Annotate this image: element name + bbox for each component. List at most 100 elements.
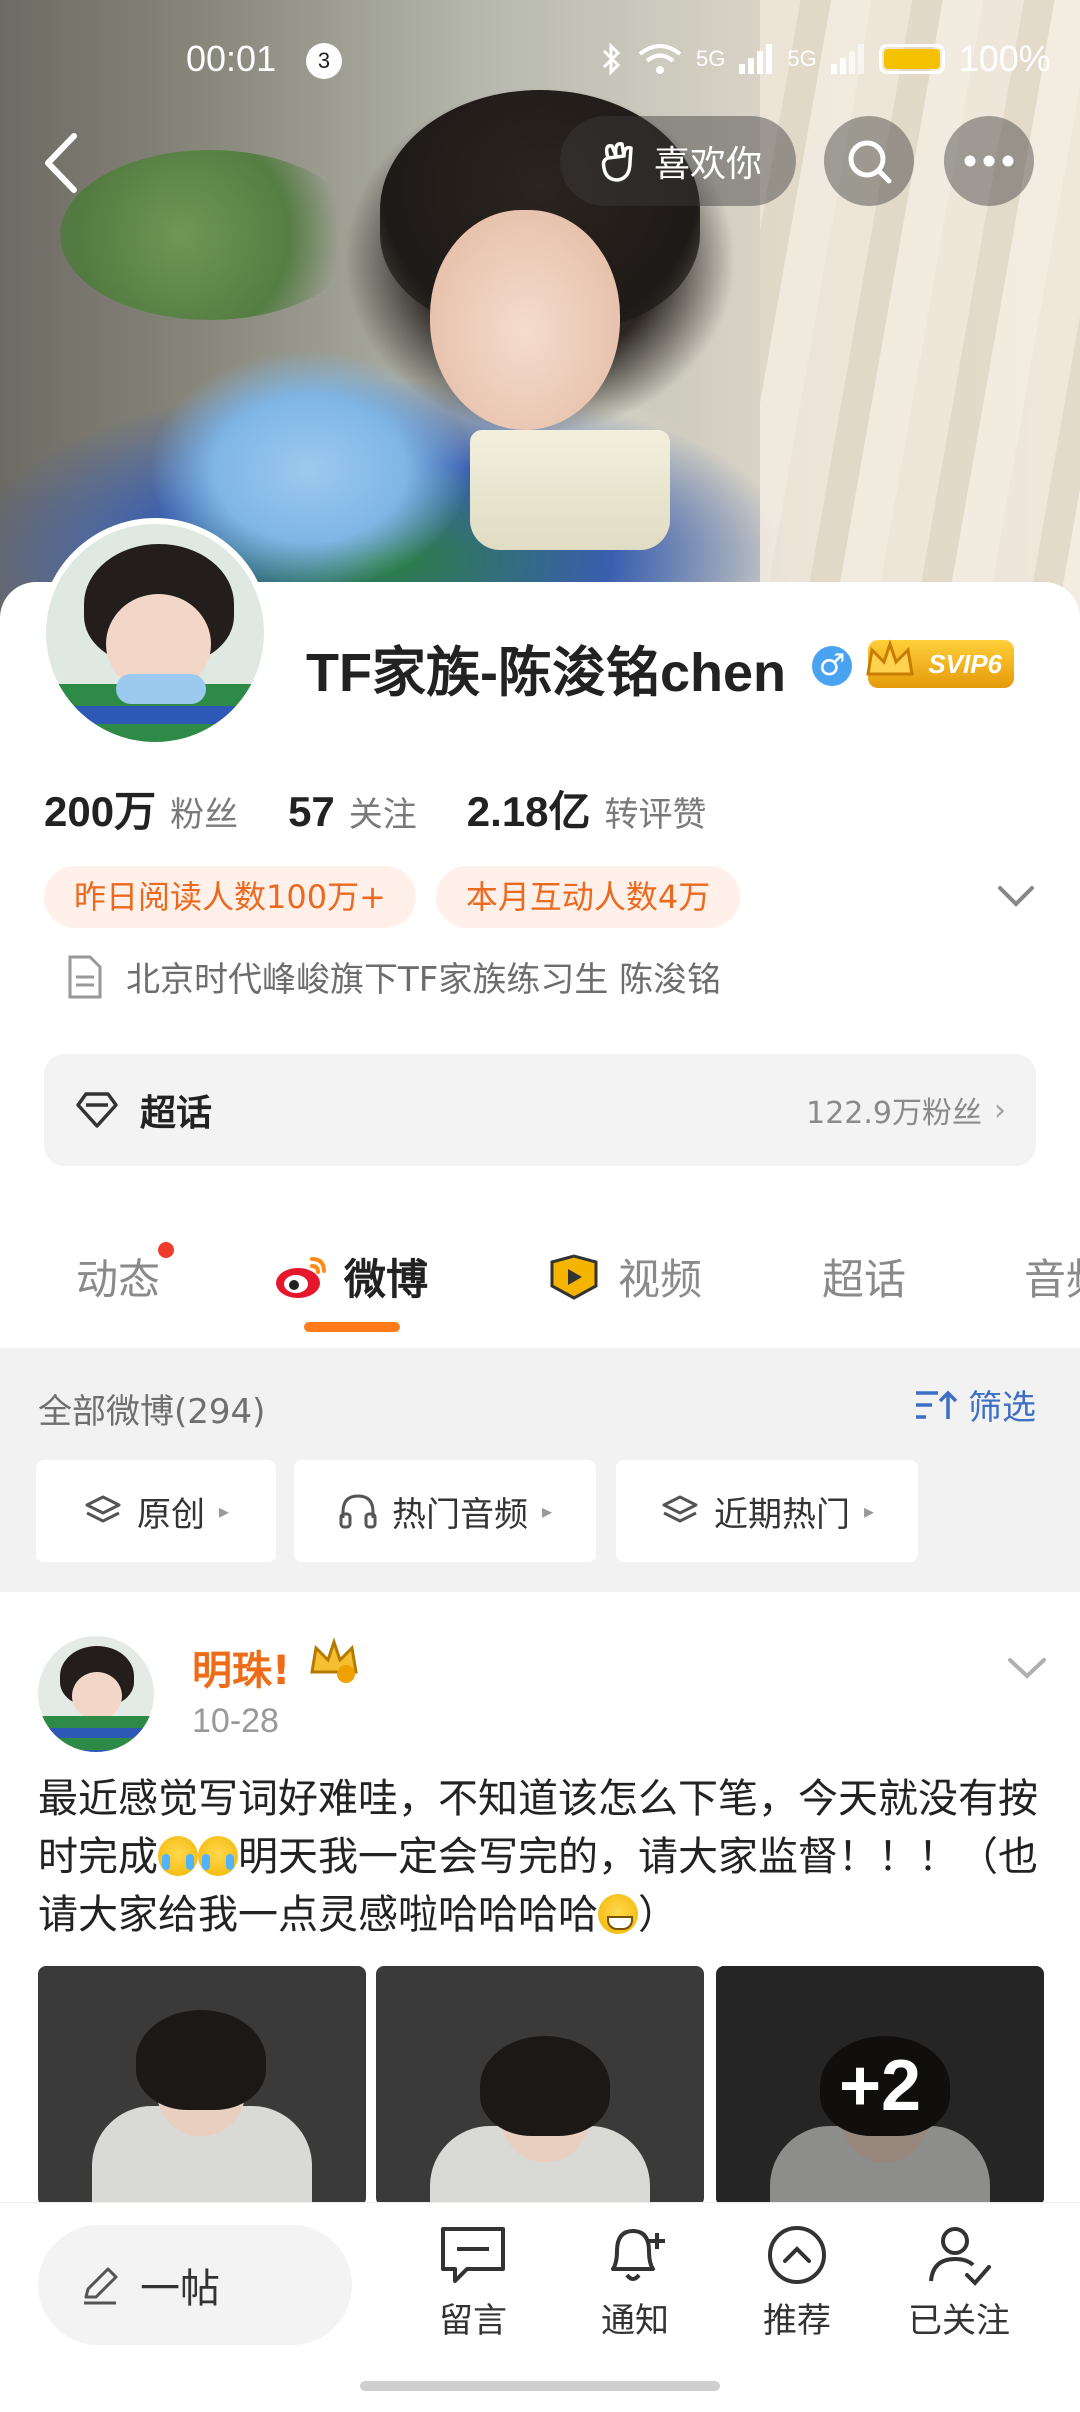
tab-video[interactable]: 视频	[544, 1246, 702, 1307]
post-date: 10-28	[192, 1702, 279, 1740]
cover-curtain	[760, 0, 1080, 620]
home-indicator	[360, 2381, 720, 2391]
stat-label: 转评赞	[604, 796, 707, 834]
post-author-name[interactable]: 明珠!	[192, 1638, 290, 1696]
post-author-avatar[interactable]	[38, 1636, 154, 1752]
bottom-item-label: 留言	[439, 2301, 507, 2341]
bottom-followed-button[interactable]: 已关注	[904, 2223, 1014, 2342]
cover-face	[430, 210, 620, 430]
filter-area: 全部微博(294) 筛选 原创 ▸ 热门音频 ▸ 近期热门 ▸	[0, 1348, 1080, 1592]
message-icon	[441, 2227, 505, 2283]
tab-label: 视频	[618, 1255, 703, 1304]
chevron-left-icon	[45, 133, 77, 193]
tag-monthly-interactions[interactable]: 本月互动人数4万	[435, 866, 741, 928]
chevron-right-icon: ›	[994, 1092, 1006, 1128]
notification-count-badge: 3	[306, 43, 342, 79]
filter-icon	[916, 1390, 958, 1419]
compose-label: 一帖	[140, 2266, 220, 2312]
layers-icon	[662, 1495, 698, 1523]
tab-weibo[interactable]: 微博	[272, 1246, 428, 1307]
tab-label: 音频	[1024, 1255, 1080, 1304]
stat-reposts-comments-likes[interactable]: 2.18亿 转评赞	[467, 778, 707, 839]
stat-value: 2.18亿	[466, 788, 591, 835]
chip-arrow-icon: ▸	[218, 1499, 230, 1523]
stat-value: 200万	[44, 788, 157, 835]
bell-plus-icon	[611, 2229, 665, 2281]
signal-5g-label-2: 5G	[787, 46, 817, 71]
tab-label: 微博	[344, 1255, 429, 1304]
tab-audio[interactable]: 音频	[1024, 1246, 1080, 1307]
bottom-recommend-button[interactable]: 推荐	[742, 2223, 852, 2342]
crying-emoji-icon	[198, 1836, 238, 1876]
chip-arrow-icon: ▸	[863, 1499, 875, 1523]
bottom-notify-button[interactable]: 通知	[580, 2223, 690, 2342]
signal-5g-label-1: 5G	[696, 46, 726, 71]
back-button[interactable]	[34, 128, 94, 198]
hand-heart-icon	[601, 142, 633, 182]
chip-arrow-icon: ▸	[541, 1499, 553, 1523]
post-text-part: ）	[638, 1892, 678, 1938]
bottom-message-button[interactable]: 留言	[418, 2223, 528, 2342]
tab-label: 超话	[822, 1255, 907, 1304]
stat-label: 粉丝	[170, 796, 239, 834]
chip-original[interactable]: 原创 ▸	[36, 1460, 276, 1562]
chevron-down-icon[interactable]	[1004, 1650, 1050, 1686]
post-text: 最近感觉写词好难哇，不知道该怎么下笔，今天就没有按时完成 明天我一定会写完的，请大…	[38, 1770, 1048, 1944]
layers-icon	[85, 1495, 121, 1523]
svip-badge[interactable]: SVIP6	[866, 639, 1014, 688]
diamond-icon	[76, 1092, 118, 1128]
battery-percent: 100%	[958, 38, 1051, 79]
like-you-label: 喜欢你	[653, 144, 762, 185]
male-gender-icon: ♂	[812, 646, 852, 686]
grin-emoji-icon	[598, 1894, 638, 1934]
super-topic-label: 超话	[140, 1093, 213, 1134]
signal-bars-icon	[830, 44, 864, 74]
search-button[interactable]	[824, 116, 914, 206]
wifi-icon	[638, 44, 682, 74]
compose-post-button[interactable]: 一帖	[38, 2225, 352, 2345]
more-dots-icon	[964, 155, 1014, 167]
video-badge-icon	[550, 1253, 598, 1300]
bluetooth-icon	[602, 42, 621, 76]
chip-recent-hot[interactable]: 近期热门 ▸	[616, 1460, 918, 1562]
cover-mug	[470, 430, 670, 550]
tab-super-topic[interactable]: 超话	[822, 1246, 906, 1307]
bottom-item-label: 推荐	[763, 2301, 831, 2341]
chevron-down-icon[interactable]	[994, 876, 1038, 916]
filter-label: 筛选	[968, 1388, 1036, 1428]
like-you-button[interactable]: 喜欢你	[560, 116, 796, 206]
post-photo[interactable]: +2	[716, 1966, 1044, 2206]
chip-label: 原创	[136, 1494, 205, 1535]
filter-button[interactable]: 筛选	[914, 1380, 1036, 1429]
profile-username: TF家族-陈浚铭chen	[306, 643, 786, 703]
stat-value: 57	[288, 788, 335, 835]
battery-icon	[878, 44, 945, 74]
chip-label: 近期热门	[713, 1494, 850, 1535]
user-check-icon	[929, 2227, 991, 2286]
tab-label: 动态	[76, 1255, 161, 1304]
profile-avatar[interactable]	[40, 518, 270, 748]
tab-activity[interactable]: 动态	[76, 1242, 175, 1307]
chip-hot-audio[interactable]: 热门音频 ▸	[294, 1460, 596, 1562]
more-button[interactable]	[944, 116, 1034, 206]
active-tab-indicator	[304, 1322, 400, 1332]
status-bar: 00:01 3 5G 5G 100%	[0, 30, 1080, 90]
crying-emoji-icon	[158, 1836, 198, 1876]
crown-icon	[866, 639, 914, 676]
post-photo[interactable]	[376, 1966, 704, 2206]
bottom-item-label: 已关注	[908, 2301, 1010, 2341]
bottom-bar: 一帖 留言 通知 推荐 已关注	[0, 2202, 1080, 2412]
headphones-icon	[339, 1494, 377, 1529]
cover-plants	[60, 150, 360, 320]
chip-label: 热门音频	[391, 1494, 528, 1535]
status-icons: 5G 5G 100%	[600, 38, 1051, 80]
tag-yesterday-readers[interactable]: 昨日阅读人数100万+	[44, 866, 416, 928]
stat-following[interactable]: 57 关注	[288, 787, 417, 836]
profile-stats: 200万 粉丝 57 关注 2.18亿 转评赞	[44, 778, 757, 839]
super-topic-bar[interactable]: 超话 122.9万粉丝 ›	[44, 1054, 1036, 1166]
pencil-icon	[84, 2267, 118, 2305]
post-photo[interactable]	[38, 1966, 366, 2206]
stat-followers[interactable]: 200万 粉丝	[44, 778, 238, 839]
document-icon	[68, 955, 102, 998]
status-time: 00:01	[186, 38, 277, 79]
